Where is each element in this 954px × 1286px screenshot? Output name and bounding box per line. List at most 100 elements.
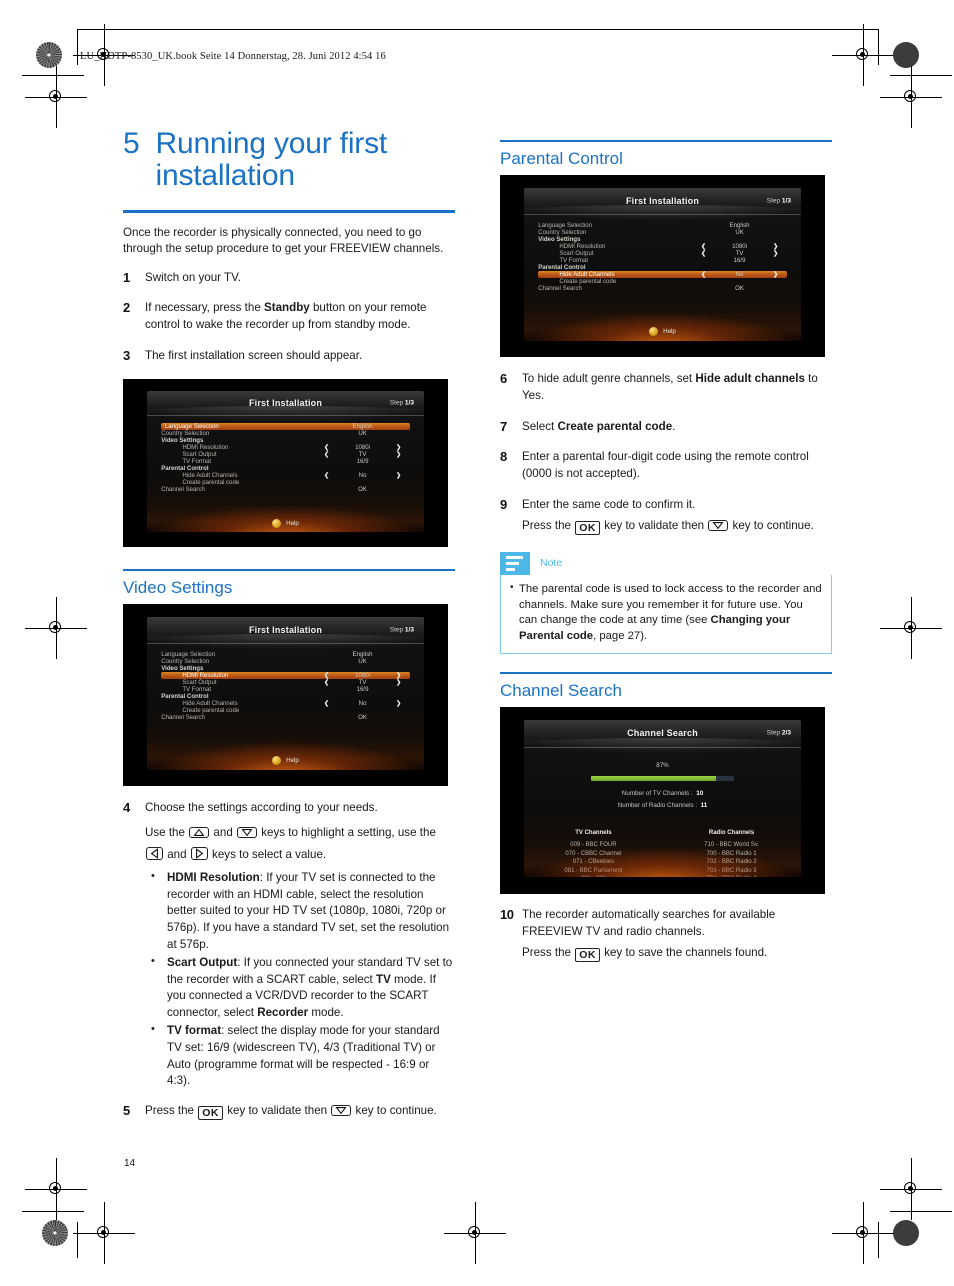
tv-row-left-arrow-icon[interactable]: ❮ (315, 672, 337, 679)
tv-menu-row-label: Language Selection (161, 650, 216, 658)
tv-menu-row[interactable]: Channel Search OK (538, 285, 787, 292)
tv-menu-row[interactable]: Hide Adult Channels ❮ No ❯ (161, 472, 410, 479)
tv-title-bar: First Installation Step 1/3 (524, 187, 801, 221)
step-text: If necessary, press the Standby button o… (145, 300, 455, 334)
step4-text-a: Use the (145, 825, 189, 839)
tv-menu-row-label: Channel Search (161, 485, 205, 493)
tv-row-right-arrow-icon[interactable]: ❯ (387, 672, 409, 679)
step-text-a: Select (522, 419, 558, 433)
registration-texture-dot-top-left (36, 42, 62, 68)
step-number: 2 (123, 300, 131, 316)
tv-step-value: 1/3 (404, 626, 414, 634)
tv-menu-row[interactable]: Hide Adult Channels ❮ No ❯ (538, 270, 787, 278)
tv-row-right-arrow-icon[interactable]: ❯ (387, 451, 409, 458)
tv-menu-row[interactable]: Parental Control (538, 264, 787, 271)
tv-menu-row[interactable]: TV Format 16/9 (161, 458, 410, 465)
tv-help-bar: Help (524, 327, 800, 337)
registration-mark-top-right (832, 24, 894, 86)
tv-row-left-arrow-icon[interactable]: ❮ (315, 700, 337, 707)
tv-menu-row-value: 16/9 (356, 457, 369, 465)
registration-mark-top-right-inner (880, 66, 942, 128)
step-text: Switch on your TV. (145, 270, 242, 284)
tv-menu-row-value: 16/9 (733, 256, 746, 264)
tv-menu-row-label: Country Selection (161, 429, 210, 437)
registration-mark-top-left-inner (25, 66, 87, 128)
tv-menu-row-label: Video Settings (538, 235, 581, 243)
tv-menu-row[interactable]: HDMI Resolution ❮ 1080i ❯ (161, 444, 410, 451)
step-text-pre: If necessary, press the (145, 301, 264, 315)
tv-count-value: 10 (696, 789, 704, 797)
tv-row-right-arrow-icon[interactable]: ❯ (387, 444, 409, 451)
tv-menu-row[interactable]: Parental Control (161, 465, 410, 472)
tv-menu-row[interactable]: TV Format 16/9 (161, 686, 410, 693)
tv-menu-row[interactable]: Scart Output ❮ TV ❯ (161, 679, 410, 686)
tv-menu-row[interactable]: Create parental code (161, 707, 410, 714)
tv-menu-row[interactable]: Channel Search OK (161, 486, 410, 493)
tv-menu-row-label: Video Settings (161, 664, 204, 672)
tv-menu-row-label: Create parental code (182, 478, 240, 486)
tv-menu-row-value: No (358, 471, 367, 479)
tv-menu-row[interactable]: Create parental code (161, 479, 410, 486)
step-item: 9 Enter the same code to confirm it. Pre… (500, 497, 832, 538)
tv-row-left-arrow-icon[interactable]: ❮ (315, 444, 337, 451)
tv-menu-row-label: Scart Output (559, 249, 594, 257)
step-text-bold: Create parental code (557, 419, 673, 433)
tv-menu-row-label: Hide Adult Channels (182, 699, 238, 707)
radio-channel-count-line: Number of Radio Channels : 11 (524, 802, 800, 809)
tv-row-right-arrow-icon[interactable]: ❯ (764, 243, 786, 250)
chapter-title-text: Running your first installation (155, 127, 388, 193)
tv-menu-row-label: Language Selection (538, 221, 593, 229)
key-down-arrow-icon (331, 1105, 352, 1117)
tv-menu-row[interactable]: Scart Output ❮ TV ❯ (538, 250, 787, 257)
video-settings-rule (123, 568, 455, 571)
tv-menu-row-label: Language Selection (164, 422, 219, 430)
tv-menu-row[interactable]: Country Selection UK (161, 430, 410, 437)
tv-row-left-arrow-icon[interactable]: ❮ (692, 271, 714, 278)
tv-menu-row[interactable]: Hide Adult Channels ❮ No ❯ (161, 700, 410, 707)
tv-row-right-arrow-icon[interactable]: ❯ (764, 250, 786, 257)
step9-line2: Press the OK key to validate then key to… (522, 518, 832, 535)
tv-step-prefix: Step (389, 399, 405, 407)
tv-menu-row[interactable]: Country Selection UK (538, 229, 787, 236)
tv-menu-row[interactable]: HDMI Resolution ❮ 1080i ❯ (538, 243, 787, 250)
page-edge-line-right (878, 29, 879, 65)
tv-menu-row-label: HDMI Resolution (559, 242, 606, 250)
tv-menu-row[interactable]: Parental Control (161, 693, 410, 700)
tv-menu-row[interactable]: Language Selection English (161, 651, 410, 658)
help-dot-icon (272, 518, 282, 528)
tv-menu-row[interactable]: Create parental code (538, 278, 787, 285)
tv-menu-row[interactable]: TV Format 16/9 (538, 257, 787, 264)
bullet-tv-format: TV format: select the display mode for y… (145, 1022, 455, 1090)
tv-menu-row[interactable]: Scart Output ❮ TV ❯ (161, 451, 410, 458)
tv-row-right-arrow-icon[interactable]: ❯ (764, 271, 786, 278)
tv-row-right-arrow-icon[interactable]: ❯ (387, 679, 409, 686)
tv-menu-row-label: TV Format (182, 457, 212, 465)
tv-menu-row-value: TV (358, 450, 367, 458)
tv-menu-row[interactable]: Language Selection English (538, 222, 787, 229)
step-text-bold: Standby (264, 301, 310, 315)
tv-row-left-arrow-icon[interactable]: ❮ (315, 472, 337, 479)
tv-menu-row[interactable]: HDMI Resolution ❮ 1080i ❯ (161, 671, 410, 679)
note-header: Note (500, 551, 832, 575)
tv-row-left-arrow-icon[interactable]: ❮ (692, 243, 714, 250)
step-number: 4 (123, 799, 131, 815)
radio-count-label: Number of Radio Channels : (617, 802, 698, 810)
step-item: 6 To hide adult genre channels, set Hide… (500, 371, 832, 408)
tv-title-bar: First Installation Step 1/3 (147, 390, 424, 422)
tv-title-bar: Channel Search Step 2/3 (524, 720, 801, 754)
step-number: 3 (123, 348, 131, 364)
tv-row-right-arrow-icon[interactable]: ❯ (387, 700, 409, 707)
step5-text-a: Press the (145, 1104, 198, 1118)
tv-menu-row[interactable]: Video Settings (538, 236, 787, 243)
tv-menu-row[interactable]: Video Settings (161, 437, 410, 444)
tv-menu-row[interactable]: Video Settings (161, 665, 410, 672)
tv-menu-row[interactable]: Language Selection English (161, 422, 410, 430)
tv-menu-row[interactable]: Country Selection UK (161, 658, 410, 665)
step-item: 4 Choose the settings according to your … (123, 800, 455, 1091)
tv-title: First Installation (625, 195, 700, 206)
tv-row-left-arrow-icon[interactable]: ❮ (315, 679, 337, 686)
tv-row-left-arrow-icon[interactable]: ❮ (692, 250, 714, 257)
tv-row-left-arrow-icon[interactable]: ❮ (315, 451, 337, 458)
tv-menu-row[interactable]: Channel Search OK (161, 714, 410, 721)
tv-row-right-arrow-icon[interactable]: ❯ (387, 472, 409, 479)
